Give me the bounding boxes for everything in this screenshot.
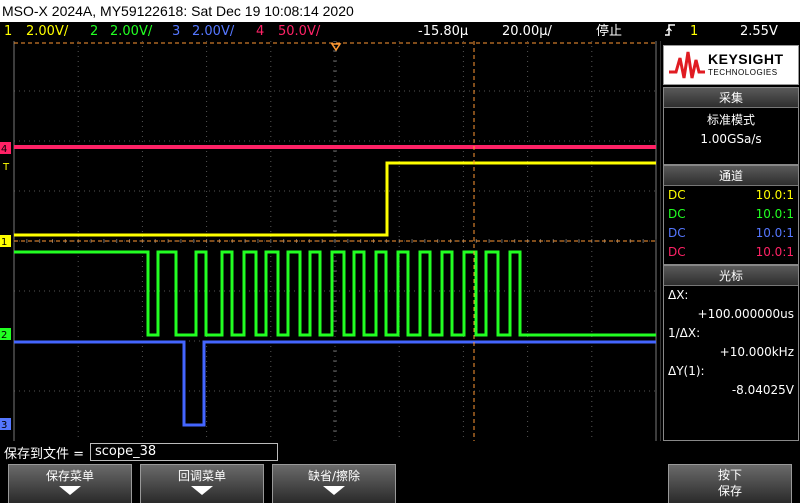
default-erase-label: 缺省/擦除 [307, 469, 361, 483]
horizontal-delay[interactable]: -15.80µ [418, 22, 468, 41]
save-menu-softkey[interactable]: 保存菜单 [8, 464, 132, 503]
channel-row[interactable]: DC 10.0:1 [664, 224, 798, 243]
save-label: 保存 [717, 484, 742, 498]
channel-probe-ratio: 10.0:1 [755, 226, 794, 240]
press-to-save-softkey[interactable]: 按下 保存 [668, 464, 792, 503]
delta-x-value: +100.000000us [697, 307, 794, 321]
channels-box[interactable]: 通道 DC 10.0:1 DC 10.0:1 DC 10.0:1 DC 10.0:1 [663, 165, 799, 265]
ch1-scale[interactable]: 2.00V/ [26, 22, 68, 41]
channel-probe-ratio: 10.0:1 [755, 207, 794, 221]
svg-text:T: T [2, 162, 10, 173]
softkey-bar: 保存菜单 回调菜单 缺省/擦除 按下 保存 [0, 462, 800, 503]
recall-menu-softkey[interactable]: 回调菜单 [140, 464, 264, 503]
file-bar: 保存到文件 = scope_38 [0, 441, 800, 462]
cursors-box[interactable]: 光标 ΔX: +100.000000us 1/ΔX: +10.000kHz ΔY… [663, 265, 799, 441]
ch1-ground-marker[interactable]: 1 [0, 235, 11, 248]
arrow-down-icon [323, 486, 345, 495]
delta-x-label: ΔX: [668, 288, 689, 302]
svg-text:1: 1 [1, 237, 7, 248]
acquisition-mode: 标准模式 [706, 113, 755, 127]
keysight-logo: KEYSIGHT TECHNOLOGIES [663, 45, 799, 85]
svg-text:4: 4 [1, 144, 7, 155]
keysight-wave-icon [669, 51, 705, 79]
save-menu-label: 保存菜单 [45, 469, 94, 483]
inverse-delta-x-value: +10.000kHz [719, 345, 794, 359]
channel-row[interactable]: DC 10.0:1 [664, 205, 798, 224]
acquisition-box[interactable]: 采集 标准模式 1.00GSa/s [663, 87, 799, 165]
channel-coupling: DC [668, 226, 686, 240]
side-panel: KEYSIGHT TECHNOLOGIES 采集 标准模式 1.00GSa/s … [660, 41, 800, 441]
run-state[interactable]: 停止 [596, 22, 622, 41]
ch2-number[interactable]: 2 [90, 22, 98, 41]
window-title: MSO-X 2024A, MY59122618: Sat Dec 19 10:0… [0, 0, 800, 22]
default-erase-softkey[interactable]: 缺省/擦除 [272, 464, 396, 503]
channel-row[interactable]: DC 10.0:1 [664, 186, 798, 205]
arrow-down-icon [191, 486, 213, 495]
channel-probe-ratio: 10.0:1 [755, 245, 794, 259]
status-bar: 1 2.00V/ 2 2.00V/ 3 2.00V/ 4 50.0V/ -15.… [0, 22, 800, 41]
recall-menu-label: 回调菜单 [177, 469, 226, 483]
inverse-delta-x-label: 1/ΔX: [668, 326, 701, 340]
ch3-scale[interactable]: 2.00V/ [192, 22, 234, 41]
save-to-file-label: 保存到文件 = [4, 447, 85, 462]
timebase[interactable]: 20.00µ/ [502, 22, 552, 41]
channels-header: 通道 [664, 166, 798, 186]
trigger-level-marker[interactable]: T [2, 162, 10, 173]
file-name-field[interactable]: scope_38 [90, 443, 278, 461]
channel-coupling: DC [668, 207, 686, 221]
arrow-down-icon [59, 486, 81, 495]
trigger-level[interactable]: 2.55V [740, 22, 778, 41]
ch3-ground-marker[interactable]: 3 [0, 418, 11, 431]
delta-y-label: ΔY(1): [668, 364, 705, 378]
sample-rate: 1.00GSa/s [700, 132, 762, 146]
ch2-ground-marker[interactable]: 2 [0, 328, 11, 341]
trigger-source[interactable]: 1 [690, 22, 698, 41]
logo-subtitle: TECHNOLOGIES [708, 68, 778, 77]
ch3-number[interactable]: 3 [172, 22, 180, 41]
svg-text:2: 2 [1, 330, 7, 341]
delta-y-value: -8.04025V [731, 383, 794, 397]
svg-text:3: 3 [1, 420, 7, 431]
waveform-display[interactable]: 4 T 1 2 3 [0, 41, 660, 441]
ch4-number[interactable]: 4 [256, 22, 264, 41]
channel-row[interactable]: DC 10.0:1 [664, 243, 798, 262]
acquisition-header: 采集 [664, 88, 798, 108]
logo-brand: KEYSIGHT [708, 51, 784, 67]
ch4-ground-marker[interactable]: 4 [0, 142, 11, 155]
cursors-header: 光标 [664, 266, 798, 286]
channel-coupling: DC [668, 188, 686, 202]
channel-coupling: DC [668, 245, 686, 259]
ch2-scale[interactable]: 2.00V/ [110, 22, 152, 41]
ch4-scale[interactable]: 50.0V/ [278, 22, 320, 41]
ch1-number[interactable]: 1 [4, 22, 12, 41]
channel-probe-ratio: 10.0:1 [755, 188, 794, 202]
press-label: 按下 [717, 468, 742, 482]
